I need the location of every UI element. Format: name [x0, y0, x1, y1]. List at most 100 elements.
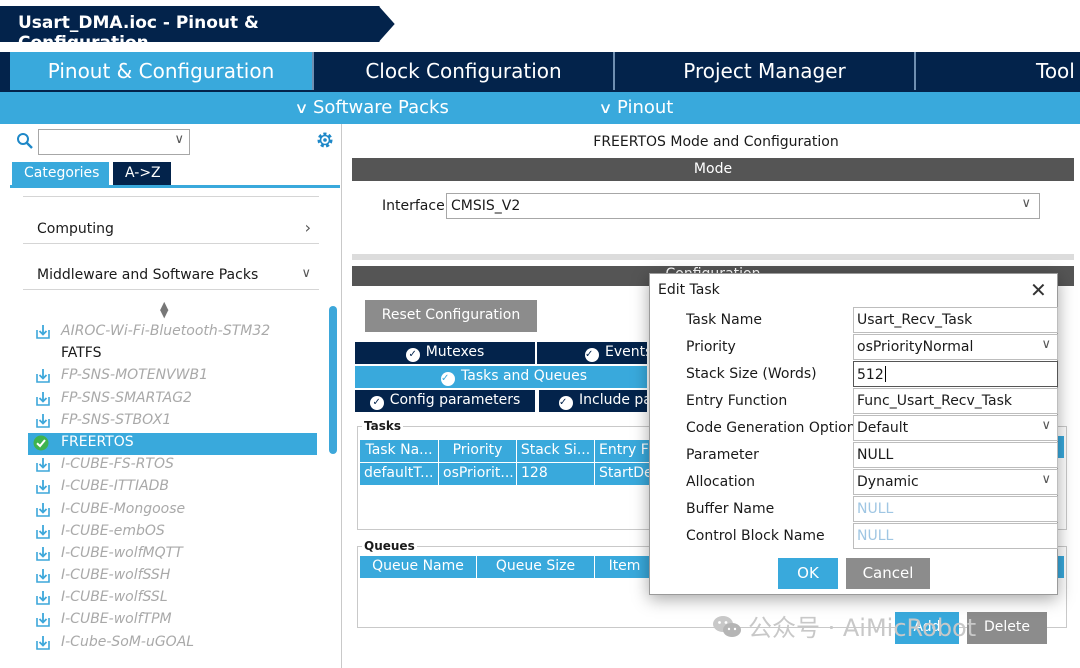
pack-item[interactable]: I-Cube-SoM-uGOAL [32, 633, 317, 655]
pack-label: FATFS [61, 345, 102, 362]
interface-select[interactable]: CMSIS_V2 ∨ [446, 193, 1040, 219]
section-label: Middleware and Software Packs [37, 267, 259, 283]
table-cell[interactable]: defaultT... [360, 463, 439, 485]
tab-tools[interactable]: Tool [914, 52, 1080, 90]
pinout-menu[interactable]: ∨ Pinout [598, 97, 673, 118]
download-icon [36, 524, 50, 539]
interface-value: CMSIS_V2 [451, 198, 521, 214]
edit-task-dialog: Edit Task ✕ Task Name Usart_Recv_Task Prio… [649, 273, 1058, 595]
tab-pinout-configuration[interactable]: Pinout & Configuration [10, 52, 312, 90]
chevron-down-icon: ∨ [1041, 472, 1051, 487]
main-tab-bar: Pinout & Configuration Clock Configurati… [0, 52, 1080, 90]
text-field[interactable]: NULL [853, 442, 1058, 468]
pack-item[interactable]: I-CUBE-wolfSSL [32, 588, 317, 610]
delete-button[interactable]: Delete [967, 612, 1047, 644]
pack-label: I-CUBE-FS-RTOS [61, 456, 174, 473]
software-packs-label: Software Packs [312, 97, 449, 118]
field-value: osPriorityNormal [857, 339, 974, 355]
column-header[interactable]: Queue Size [477, 556, 595, 578]
pack-item[interactable]: I-CUBE-FS-RTOS [32, 455, 317, 477]
column-header[interactable]: Entry F [595, 440, 655, 462]
download-icon [36, 502, 50, 517]
text-field[interactable]: Func_Usart_Recv_Task [853, 388, 1058, 414]
section-computing[interactable]: Computing › [23, 214, 319, 244]
tab-tasks-and-queues[interactable]: ✓ Tasks and Queues [355, 366, 649, 388]
tab-a-to-z[interactable]: A->Z [113, 162, 171, 186]
text-field[interactable]: Usart_Recv_Task [853, 307, 1058, 333]
pack-item[interactable]: FATFS [32, 344, 317, 366]
select-field[interactable]: Dynamic ∨ [853, 469, 1058, 495]
categories-panel: ∨ Categories A->Z Computing › Middleware… [10, 124, 342, 668]
divider [352, 254, 1074, 260]
field-label: Priority [686, 339, 736, 355]
field-label: Entry Function [686, 393, 788, 409]
close-icon[interactable]: ✕ [1030, 278, 1047, 302]
chevron-down-icon: ∨ [1021, 196, 1031, 211]
chevron-right-icon: › [304, 218, 311, 237]
ok-button[interactable]: OK [778, 558, 838, 589]
select-field[interactable]: Default ∨ [853, 415, 1058, 441]
search-combobox[interactable]: ∨ [38, 129, 190, 155]
column-header[interactable]: Task Na... [360, 440, 439, 462]
pack-item[interactable]: FP-SNS-STBOX1 [32, 411, 317, 433]
pack-item[interactable]: AIROC-Wi-Fi-Bluetooth-STM32 [32, 322, 317, 344]
pack-item[interactable]: I-CUBE-wolfSSH [32, 566, 317, 588]
tab-include-parameters[interactable]: ✓ Include pa [539, 390, 649, 412]
field-value: NULL [857, 528, 894, 544]
text-field[interactable]: NULL [853, 523, 1058, 549]
tab-mutexes[interactable]: ✓ Mutexes [355, 342, 537, 364]
reset-configuration-button[interactable]: Reset Configuration [365, 300, 537, 332]
cancel-button[interactable]: Cancel [846, 558, 930, 589]
chevron-down-icon: ∨ [598, 99, 613, 117]
sort-icon[interactable]: ▲ ▼ [160, 300, 168, 319]
tab-project-manager[interactable]: Project Manager [613, 52, 914, 90]
field-value: Usart_Recv_Task [857, 312, 973, 328]
column-header[interactable]: Priority [439, 440, 517, 462]
field-label: Stack Size (Words) [686, 366, 817, 382]
field-value: NULL [857, 501, 894, 517]
search-icon[interactable] [16, 132, 34, 150]
watermark: 公众号 · AiMicRobot [712, 608, 976, 643]
software-packs-menu[interactable]: ∨ Software Packs [294, 97, 449, 118]
chevron-down-icon: ∨ [294, 99, 309, 117]
table-cell[interactable]: osPriorit... [439, 463, 517, 485]
breadcrumb-arrow-icon [374, 6, 398, 42]
pack-item[interactable]: FP-SNS-MOTENVWB1 [32, 366, 317, 388]
section-middleware[interactable]: Middleware and Software Packs ∨ [23, 260, 319, 290]
pack-label: I-CUBE-wolfMQTT [61, 544, 183, 561]
pack-item[interactable]: I-CUBE-wolfTPM [32, 610, 317, 632]
text-caret [884, 366, 886, 382]
table-cell[interactable]: StartDe [595, 463, 655, 485]
sub-menu-bar: ∨ Software Packs ∨ Pinout [0, 90, 1080, 124]
tab-events[interactable]: ✓ Events [537, 342, 649, 364]
column-header[interactable]: Queue Name [360, 556, 477, 578]
tab-label: Tasks and Queues [461, 368, 588, 384]
section-label: Computing [37, 221, 114, 237]
field-label: Task Name [686, 312, 762, 328]
chevron-down-icon: ∨ [1041, 337, 1051, 352]
column-header[interactable]: Item [595, 556, 655, 578]
download-icon [36, 391, 50, 406]
gear-icon[interactable] [315, 130, 335, 150]
pack-item[interactable]: FP-SNS-SMARTAG2 [32, 389, 317, 411]
tab-config-parameters[interactable]: ✓ Config parameters [355, 390, 537, 412]
scrollbar-thumb[interactable] [329, 306, 337, 454]
tab-clock-configuration[interactable]: Clock Configuration [312, 52, 613, 90]
pack-label: FP-SNS-SMARTAG2 [61, 389, 192, 406]
text-field[interactable]: NULL [853, 496, 1058, 522]
download-icon [36, 591, 50, 606]
tab-categories[interactable]: Categories [12, 162, 110, 186]
pack-item[interactable]: FREERTOS [28, 432, 317, 456]
download-icon [36, 569, 50, 583]
download-icon [36, 458, 50, 472]
select-field[interactable]: osPriorityNormal ∨ [853, 334, 1058, 360]
pack-item[interactable]: I-CUBE-Mongoose [32, 500, 317, 522]
pack-item[interactable]: I-CUBE-ITTIADB [32, 477, 317, 499]
text-field[interactable]: 512 [853, 361, 1058, 387]
pack-item[interactable]: I-CUBE-wolfMQTT [32, 544, 317, 566]
table-cell[interactable]: 128 [517, 463, 595, 485]
pack-item[interactable]: I-CUBE-embOS [32, 522, 317, 544]
column-header[interactable]: Stack Si... [517, 440, 595, 462]
tab-label: Mutexes [425, 344, 485, 360]
tab-label: Events [605, 344, 649, 360]
